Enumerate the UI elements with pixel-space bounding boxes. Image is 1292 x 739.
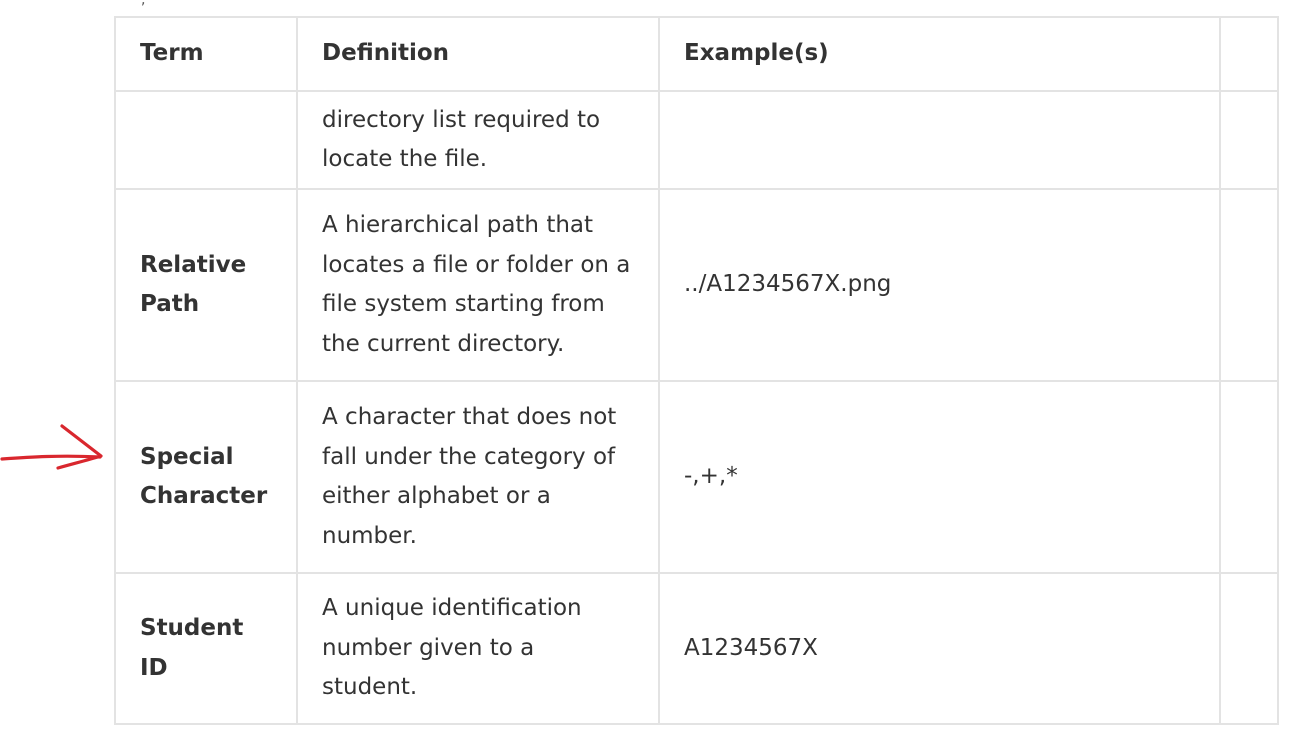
extra-cell bbox=[1219, 188, 1279, 382]
extra-cell bbox=[1219, 572, 1279, 725]
stray-mark: , bbox=[141, 0, 146, 8]
example-cell bbox=[658, 90, 1221, 190]
table-row: Student ID A unique identification numbe… bbox=[114, 572, 1279, 725]
term-cell: Relative Path bbox=[114, 188, 298, 382]
arrow-head bbox=[56, 424, 103, 470]
table-row: Relative Path A hierarchical path that l… bbox=[114, 188, 1279, 382]
table-row: Special Character A character that does … bbox=[114, 380, 1279, 574]
header-examples: Example(s) bbox=[658, 16, 1221, 92]
term-cell bbox=[114, 90, 298, 190]
header-definition: Definition bbox=[296, 16, 660, 92]
extra-cell bbox=[1219, 90, 1279, 190]
header-term: Term bbox=[114, 16, 298, 92]
example-cell: -,+,* bbox=[658, 380, 1221, 574]
definition-cell: A character that does not fall under the… bbox=[296, 380, 660, 574]
table-header-row: Term Definition Example(s) bbox=[114, 16, 1279, 92]
arrow-shaft bbox=[0, 454, 102, 461]
page: , Term Definition Example(s) directory l… bbox=[0, 0, 1292, 739]
glossary-table: Term Definition Example(s) directory lis… bbox=[114, 16, 1279, 725]
header-extra bbox=[1219, 16, 1279, 92]
table-row: directory list required to locate the fi… bbox=[114, 90, 1279, 190]
definition-cell: directory list required to locate the fi… bbox=[296, 90, 660, 190]
example-cell: A1234567X bbox=[658, 572, 1221, 725]
extra-cell bbox=[1219, 380, 1279, 574]
hand-drawn-arrow-icon bbox=[0, 424, 103, 470]
definition-cell: A hierarchical path that locates a file … bbox=[296, 188, 660, 382]
definition-cell: A unique identification number given to … bbox=[296, 572, 660, 725]
example-cell: ../A1234567X.png bbox=[658, 188, 1221, 382]
term-cell: Student ID bbox=[114, 572, 298, 725]
term-cell: Special Character bbox=[114, 380, 298, 574]
